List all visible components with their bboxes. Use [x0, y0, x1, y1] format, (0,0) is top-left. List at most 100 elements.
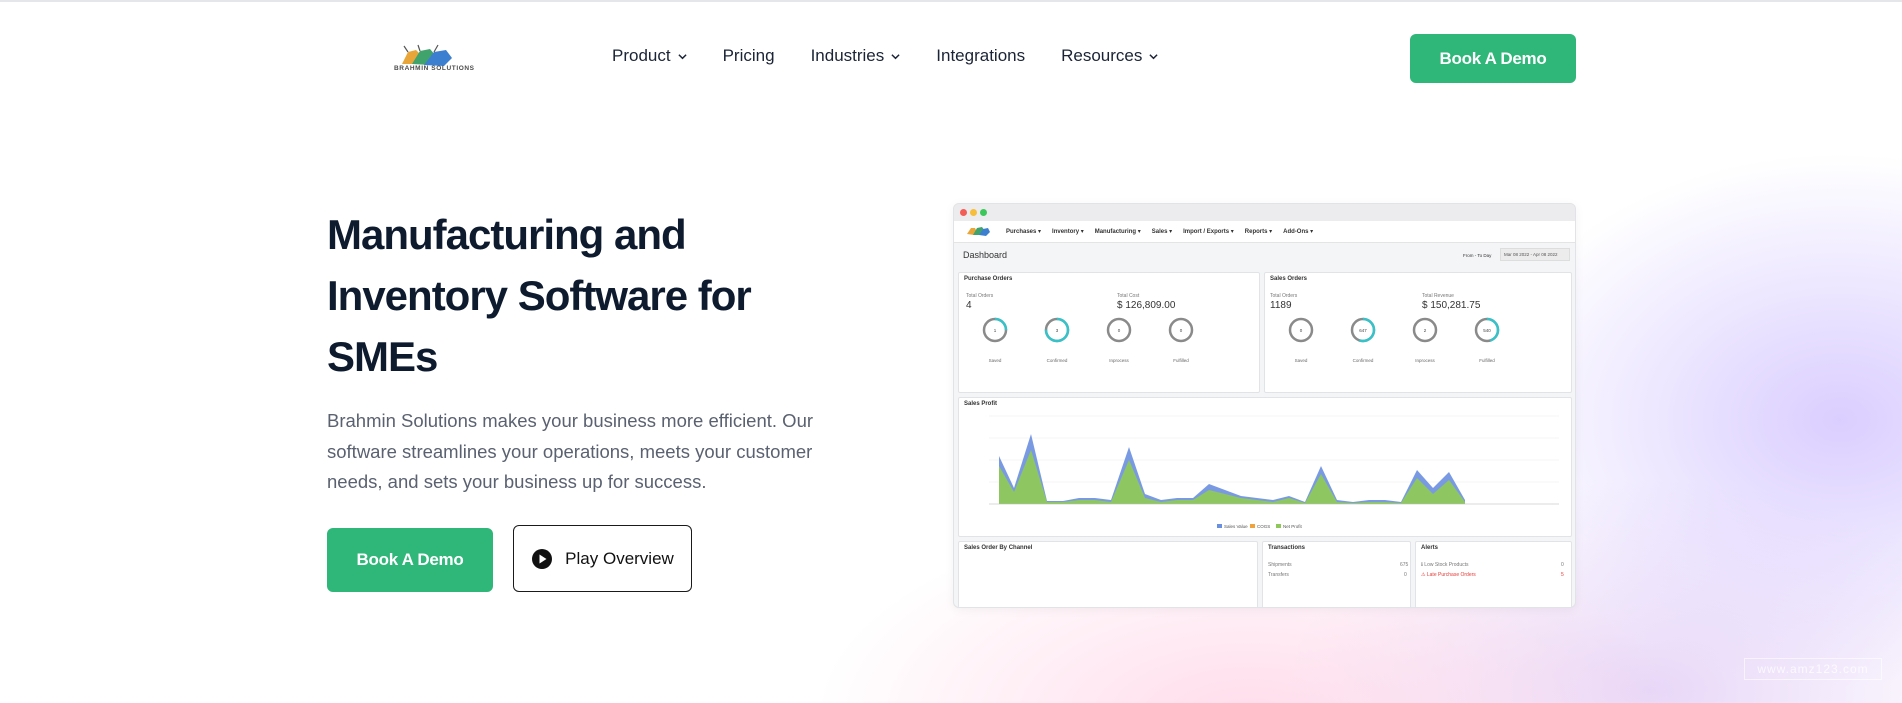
ring-value: 647: [1359, 328, 1367, 333]
status-ring: 540: [1474, 317, 1500, 343]
sales-value-area: [999, 434, 1465, 504]
chevron-down-icon: [1149, 53, 1158, 59]
ring-label: Confirmed: [1046, 358, 1068, 363]
total-revenue-label: Total Revenue: [1422, 293, 1454, 299]
sales-profit-card: Sales Profit Sales Value COGS Net Profit: [958, 397, 1572, 537]
hero-book-demo-button[interactable]: Book A Demo: [327, 528, 493, 592]
ring-label: Confirmed: [1352, 358, 1374, 363]
legend-label: Sales Value: [1224, 524, 1248, 529]
nav-item-pricing[interactable]: Pricing: [723, 46, 775, 66]
transaction-label: Transfers: [1268, 572, 1289, 578]
dash-menu-item[interactable]: Import / Exports ▾: [1183, 228, 1234, 235]
maximize-dot-icon: [980, 209, 987, 216]
card-title: Sales Profit: [964, 401, 998, 407]
ring-label: Fulfilled: [1479, 358, 1495, 363]
card-title: Sales Orders: [1270, 276, 1308, 282]
nav-item-label: Resources: [1061, 46, 1143, 65]
nav-item-product[interactable]: Product: [612, 46, 687, 66]
alerts-card: Alerts ℹ Low Stock Products 0 ⚠ Late Pur…: [1415, 541, 1572, 607]
alert-label: Low Stock Products: [1424, 562, 1469, 568]
ring-label: Inprocess: [1109, 358, 1129, 363]
nav-item-label: Product: [612, 46, 671, 65]
status-ring: 0: [1106, 317, 1132, 343]
status-ring: 3: [1044, 317, 1070, 343]
chevron-down-icon: [891, 53, 900, 59]
transaction-value: 0: [1404, 572, 1407, 578]
chevron-down-icon: [677, 53, 687, 59]
nav-item-label: Integrations: [936, 46, 1026, 65]
transaction-label: Shipments: [1268, 562, 1292, 568]
alert-row: ⚠ Late Purchase Orders: [1421, 572, 1476, 578]
hero-title: Manufacturing and Inventory Software for…: [327, 204, 847, 387]
hero-title-line: SMEs: [327, 333, 438, 380]
ring-label: Fulfilled: [1173, 358, 1189, 363]
alert-row: ℹ Low Stock Products: [1421, 562, 1469, 568]
legend-swatch: [1250, 524, 1255, 528]
card-title: Alerts: [1421, 545, 1439, 551]
minimize-dot-icon: [970, 209, 977, 216]
total-orders-label: Total Orders: [966, 293, 994, 299]
dash-menu-item[interactable]: Inventory ▾: [1052, 228, 1084, 235]
total-cost-value: $ 126,809.00: [1117, 300, 1176, 311]
hero-title-line: Manufacturing and: [327, 211, 687, 258]
alert-label: Late Purchase Orders: [1426, 572, 1476, 578]
play-overview-label: Play Overview: [565, 548, 674, 568]
ring-value: 0: [1300, 328, 1303, 333]
range-label: From - To Day: [1463, 253, 1492, 258]
nav-item-integrations[interactable]: Integrations: [936, 46, 1025, 66]
nav-item-label: Pricing: [722, 46, 775, 65]
alert-value: 5: [1561, 572, 1564, 578]
card-title: Purchase Orders: [964, 276, 1013, 282]
legend-label: Net Profit: [1283, 524, 1303, 529]
transaction-value: 675: [1400, 562, 1409, 568]
total-orders-value: 1189: [1270, 300, 1292, 311]
play-icon: [532, 548, 553, 569]
dashboard-menu: Purchases ▾ Inventory ▾ Manufacturing ▾ …: [1006, 228, 1324, 235]
main-nav: Product Pricing Industries Integrations …: [612, 46, 1194, 66]
nav-item-resources[interactable]: Resources: [1061, 46, 1158, 66]
ring-value: 0: [1180, 328, 1183, 333]
window-chrome: [954, 204, 1575, 221]
hero-title-line: Inventory Software for: [327, 272, 752, 319]
play-overview-button[interactable]: Play Overview: [513, 525, 692, 592]
total-orders-label: Total Orders: [1270, 293, 1298, 299]
net-profit-area: [999, 450, 1465, 504]
nav-item-label: Industries: [810, 46, 885, 65]
ring-label: Saved: [988, 358, 1002, 363]
sales-by-channel-card: Sales Order By Channel: [958, 541, 1258, 607]
dash-menu-item[interactable]: Reports ▾: [1245, 228, 1272, 235]
status-ring: 2: [1412, 317, 1438, 343]
ring-value: 2: [1424, 328, 1427, 333]
sales-orders-card: Sales Orders Total Orders 1189 Total Rev…: [1264, 272, 1572, 393]
brahmin-logo-icon[interactable]: [394, 42, 464, 78]
dashboard-title: Dashboard: [963, 250, 1008, 260]
legend-label: COGS: [1257, 524, 1270, 529]
ring-value: 1: [994, 328, 997, 333]
alert-value: 0: [1561, 562, 1564, 568]
date-range-input[interactable]: Mar 08 2022 - Apr 08 2022: [1500, 248, 1570, 261]
status-ring: 1: [982, 317, 1008, 343]
ring-value: 0: [1118, 328, 1121, 333]
nav-item-industries[interactable]: Industries: [811, 46, 901, 66]
hero-description: Brahmin Solutions makes your business mo…: [327, 410, 814, 492]
status-ring: 0: [1168, 317, 1194, 343]
dashboard-header: Dashboard From - To Day Mar 08 2022 - Ap…: [954, 243, 1575, 267]
ring-value: 3: [1056, 328, 1059, 333]
status-ring: 0: [1288, 317, 1314, 343]
dash-menu-item[interactable]: Manufacturing ▾: [1095, 228, 1141, 235]
total-orders-value: 4: [966, 300, 972, 311]
transactions-card: Transactions Shipments 675 Transfers 0: [1262, 541, 1411, 607]
dash-menu-item[interactable]: Sales ▾: [1152, 228, 1172, 235]
purchase-orders-card: Purchase Orders Total Orders 4 Total Cos…: [958, 272, 1260, 393]
dashboard-preview: Purchases ▾ Inventory ▾ Manufacturing ▾ …: [953, 203, 1576, 608]
site-header: BRAHMIN SOLUTIONS Product Pricing Indust…: [0, 2, 1902, 112]
ring-label: Inprocess: [1415, 358, 1435, 363]
mini-logo-icon: [967, 227, 990, 236]
dash-menu-item[interactable]: Add-Ons ▾: [1283, 228, 1313, 235]
sales-profit-chart: Sales Value COGS Net Profit: [989, 415, 1559, 529]
brand-name: BRAHMIN SOLUTIONS: [394, 65, 475, 72]
dash-menu-item[interactable]: Purchases ▾: [1006, 228, 1041, 235]
close-dot-icon: [960, 209, 967, 216]
book-demo-button[interactable]: Book A Demo: [1410, 34, 1576, 83]
legend-swatch: [1217, 524, 1222, 528]
